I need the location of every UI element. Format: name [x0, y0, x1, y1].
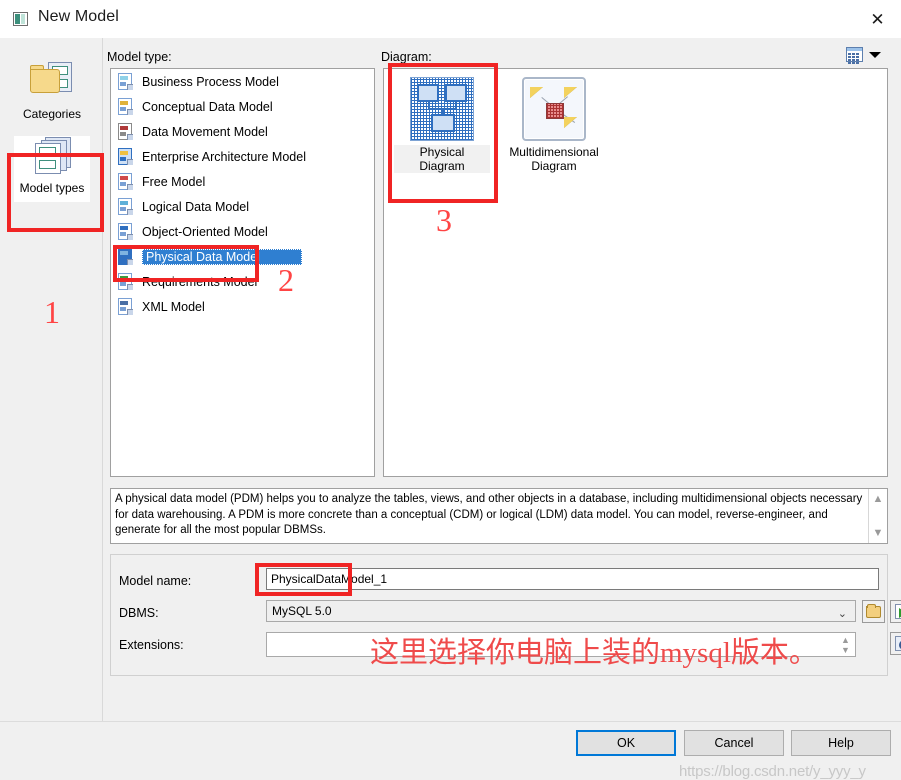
view-mode-button[interactable] [846, 44, 892, 65]
model-type-row[interactable]: Logical Data Model [111, 194, 374, 219]
chevron-down-icon[interactable] [869, 52, 881, 58]
annotation-number-1: 1 [44, 294, 60, 331]
model-type-label: Enterprise Architecture Model [142, 150, 306, 164]
scroll-up-icon[interactable]: ▲ [869, 491, 887, 507]
model-type-row[interactable]: Data Movement Model [111, 119, 374, 144]
description-scrollbar[interactable]: ▲ ▼ [868, 489, 887, 543]
model-type-icon [117, 148, 134, 166]
diagram-item-physical[interactable]: Physical Diagram [394, 77, 490, 173]
rail-item-label: Categories [23, 107, 81, 121]
annotation-number-3: 3 [436, 202, 452, 239]
annotation-number-2: 2 [278, 262, 294, 299]
model-type-label: Requirements Model [142, 275, 257, 289]
model-type-label: Model type: [107, 50, 172, 64]
model-type-label: Conceptual Data Model [142, 100, 273, 114]
model-type-icon [117, 298, 134, 316]
diagram-label: Diagram: [381, 50, 432, 64]
category-rail: Categories Model types [0, 38, 103, 721]
model-type-icon [117, 198, 134, 216]
description-text: A physical data model (PDM) helps you to… [115, 492, 863, 539]
dbms-selected-value: MySQL 5.0 [272, 604, 332, 618]
model-type-label: XML Model [142, 300, 205, 314]
model-type-row[interactable]: Enterprise Architecture Model [111, 144, 374, 169]
rail-item-model-types[interactable]: Model types [14, 136, 90, 202]
model-type-row[interactable]: Business Process Model [111, 69, 374, 94]
dialog-footer: OK Cancel Help [0, 721, 901, 759]
help-button[interactable]: Help [791, 730, 891, 756]
diagram-item-label: Multidimensional Diagram [506, 145, 602, 173]
window-titlebar: New Model ✕ [0, 0, 901, 38]
close-button[interactable]: ✕ [854, 0, 901, 38]
model-type-icon [117, 223, 134, 241]
model-type-icon [117, 123, 134, 141]
dbms-label: DBMS: [119, 606, 159, 620]
new-dbms-button[interactable] [890, 600, 901, 623]
extensions-properties-button[interactable] [890, 632, 901, 655]
model-name-input[interactable] [266, 568, 879, 590]
model-settings-group: Model name: DBMS: MySQL 5.0 ⌄ Extensions… [110, 554, 888, 676]
dbms-select[interactable]: MySQL 5.0 ⌄ [266, 600, 856, 622]
model-name-label: Model name: [119, 574, 191, 588]
diagram-item-multidimensional[interactable]: Multidimensional Diagram [506, 77, 602, 173]
rail-item-label: Model types [20, 181, 85, 195]
model-type-label: Logical Data Model [142, 200, 249, 214]
document-arrow-icon [895, 604, 901, 619]
folder-open-icon [866, 606, 881, 618]
model-type-row[interactable]: Requirements Model [111, 269, 374, 294]
model-type-icon [117, 248, 134, 266]
model-type-icon [117, 173, 134, 191]
multidimensional-diagram-thumb [522, 77, 586, 141]
diagram-item-label: Physical Diagram [394, 145, 490, 173]
physical-diagram-thumb [410, 77, 474, 141]
stacked-pages-icon [29, 136, 75, 178]
model-type-label: Business Process Model [142, 75, 279, 89]
extensions-label: Extensions: [119, 638, 184, 652]
description-box: A physical data model (PDM) helps you to… [110, 488, 888, 544]
model-type-icon [117, 273, 134, 291]
model-type-label: Free Model [142, 175, 205, 189]
chevron-down-icon[interactable]: ⌄ [838, 607, 847, 620]
model-type-list[interactable]: Business Process Model Conceptual Data Mo… [110, 68, 375, 477]
document-magnifier-icon [895, 636, 901, 651]
app-window-icon [13, 12, 28, 26]
rail-item-categories[interactable]: Categories [14, 60, 90, 126]
spinner-icon[interactable]: ▲▼ [840, 635, 851, 655]
diagram-panel[interactable]: Physical Diagram Multidimensional Diagra… [383, 68, 888, 477]
close-icon: ✕ [870, 11, 884, 28]
scroll-down-icon[interactable]: ▼ [869, 525, 887, 541]
window-title: New Model [38, 8, 119, 26]
model-type-row[interactable]: Conceptual Data Model [111, 94, 374, 119]
cancel-button[interactable]: Cancel [684, 730, 784, 756]
model-type-row[interactable]: Free Model [111, 169, 374, 194]
dialog-body: Model type: Diagram: Categories Model ty… [0, 38, 901, 759]
model-type-row[interactable]: Physical Data Model [111, 244, 374, 269]
model-type-icon [117, 98, 134, 116]
grid-view-icon [846, 47, 863, 62]
folder-pages-icon [28, 60, 76, 104]
model-type-row[interactable]: Object-Oriented Model [111, 219, 374, 244]
model-type-icon [117, 73, 134, 91]
model-type-row[interactable]: XML Model [111, 294, 374, 319]
ok-button[interactable]: OK [576, 730, 676, 756]
model-type-label: Object-Oriented Model [142, 225, 268, 239]
browse-dbms-button[interactable] [862, 600, 885, 623]
watermark-text: https://blog.csdn.net/y_yyy_y [679, 763, 901, 780]
extensions-input[interactable]: ▲▼ [266, 632, 856, 657]
model-type-label: Data Movement Model [142, 125, 268, 139]
